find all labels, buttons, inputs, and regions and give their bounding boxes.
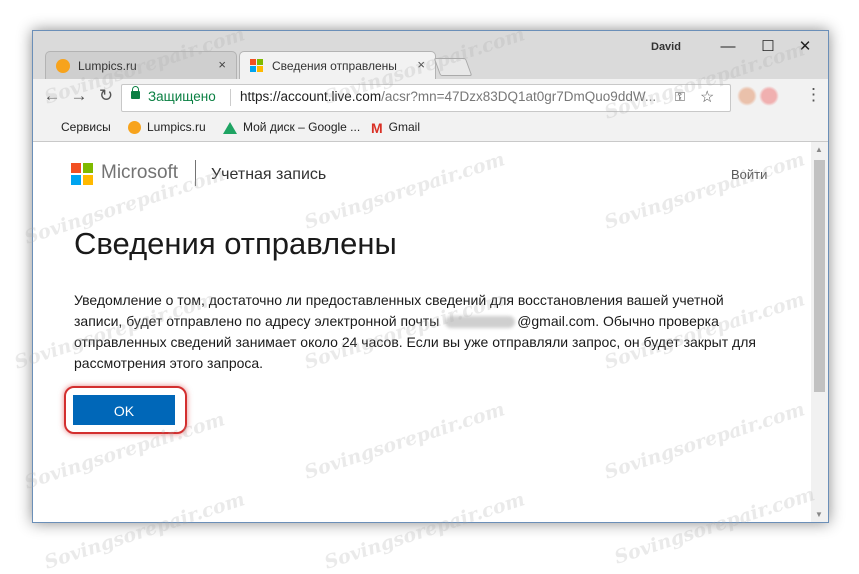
browser-window: David — ☐ ✕ Lumpics.ru × Сведения отправ… xyxy=(32,30,829,523)
microsoft-logo-icon xyxy=(71,163,93,185)
maximize-button[interactable]: ☐ xyxy=(748,33,788,61)
tab-strip: David — ☐ ✕ Lumpics.ru × Сведения отправ… xyxy=(33,31,828,80)
close-icon[interactable]: × xyxy=(218,57,226,72)
back-icon[interactable]: ← xyxy=(41,85,63,107)
apps-grid-icon xyxy=(43,122,55,134)
divider xyxy=(230,89,231,106)
page-content: Microsoft Учетная запись Войти Сведения … xyxy=(33,142,828,522)
new-tab-button[interactable] xyxy=(433,58,473,76)
tab-lumpics[interactable]: Lumpics.ru × xyxy=(45,51,237,80)
address-bar[interactable]: Защищено https://account.live.com/acsr?m… xyxy=(121,84,731,112)
secure-label[interactable]: Защищено xyxy=(148,89,216,104)
section-label: Учетная запись xyxy=(211,166,327,183)
google-drive-icon xyxy=(223,121,237,134)
redacted-email xyxy=(445,316,516,329)
bookmarks-bar: Сервисы Lumpics.ru Мой диск – Google ...… xyxy=(33,115,828,142)
toolbar: ← → ↻ Защищено https://account.live.com/… xyxy=(33,79,828,115)
page-title: Сведения отправлены xyxy=(74,226,397,261)
scroll-down-icon[interactable]: ▼ xyxy=(815,510,823,519)
profile-name[interactable]: David xyxy=(651,41,681,53)
tab-title: Сведения отправлены xyxy=(272,59,397,73)
extension-icons[interactable] xyxy=(735,85,785,107)
header-divider xyxy=(195,160,196,186)
lock-icon xyxy=(131,86,140,99)
orange-icon xyxy=(128,121,141,135)
tab-title: Lumpics.ru xyxy=(78,59,137,73)
key-icon[interactable]: ⚿ xyxy=(675,89,685,105)
vertical-scrollbar[interactable]: ▲ ▼ xyxy=(811,142,828,522)
forward-icon[interactable]: → xyxy=(68,85,90,107)
info-message: Уведомление о том, достаточно ли предост… xyxy=(74,292,756,371)
orange-icon xyxy=(56,59,70,73)
menu-icon[interactable]: ⋮ xyxy=(805,85,822,105)
star-icon[interactable]: ☆ xyxy=(700,87,714,107)
bookmark-lumpics[interactable]: Lumpics.ru xyxy=(128,120,206,135)
brand-name[interactable]: Microsoft xyxy=(101,162,178,184)
ok-button[interactable]: OK xyxy=(73,395,175,425)
scroll-thumb[interactable] xyxy=(814,160,825,392)
bookmark-apps[interactable]: Сервисы xyxy=(43,120,111,134)
bookmark-gmail[interactable]: M Gmail xyxy=(371,120,420,136)
microsoft-icon xyxy=(250,59,264,73)
minimize-button[interactable]: — xyxy=(708,33,748,61)
close-icon[interactable]: × xyxy=(417,57,425,72)
bookmark-google-drive[interactable]: Мой диск – Google ... xyxy=(223,120,360,134)
url-text[interactable]: https://account.live.com/acsr?mn=47Dzx83… xyxy=(240,89,670,104)
gmail-icon: M xyxy=(371,120,383,136)
close-window-button[interactable]: ✕ xyxy=(785,33,825,61)
signin-link[interactable]: Войти xyxy=(731,167,767,182)
tab-submitted[interactable]: Сведения отправлены × xyxy=(239,51,436,80)
scroll-up-icon[interactable]: ▲ xyxy=(815,145,823,154)
reload-icon[interactable]: ↻ xyxy=(95,85,117,107)
